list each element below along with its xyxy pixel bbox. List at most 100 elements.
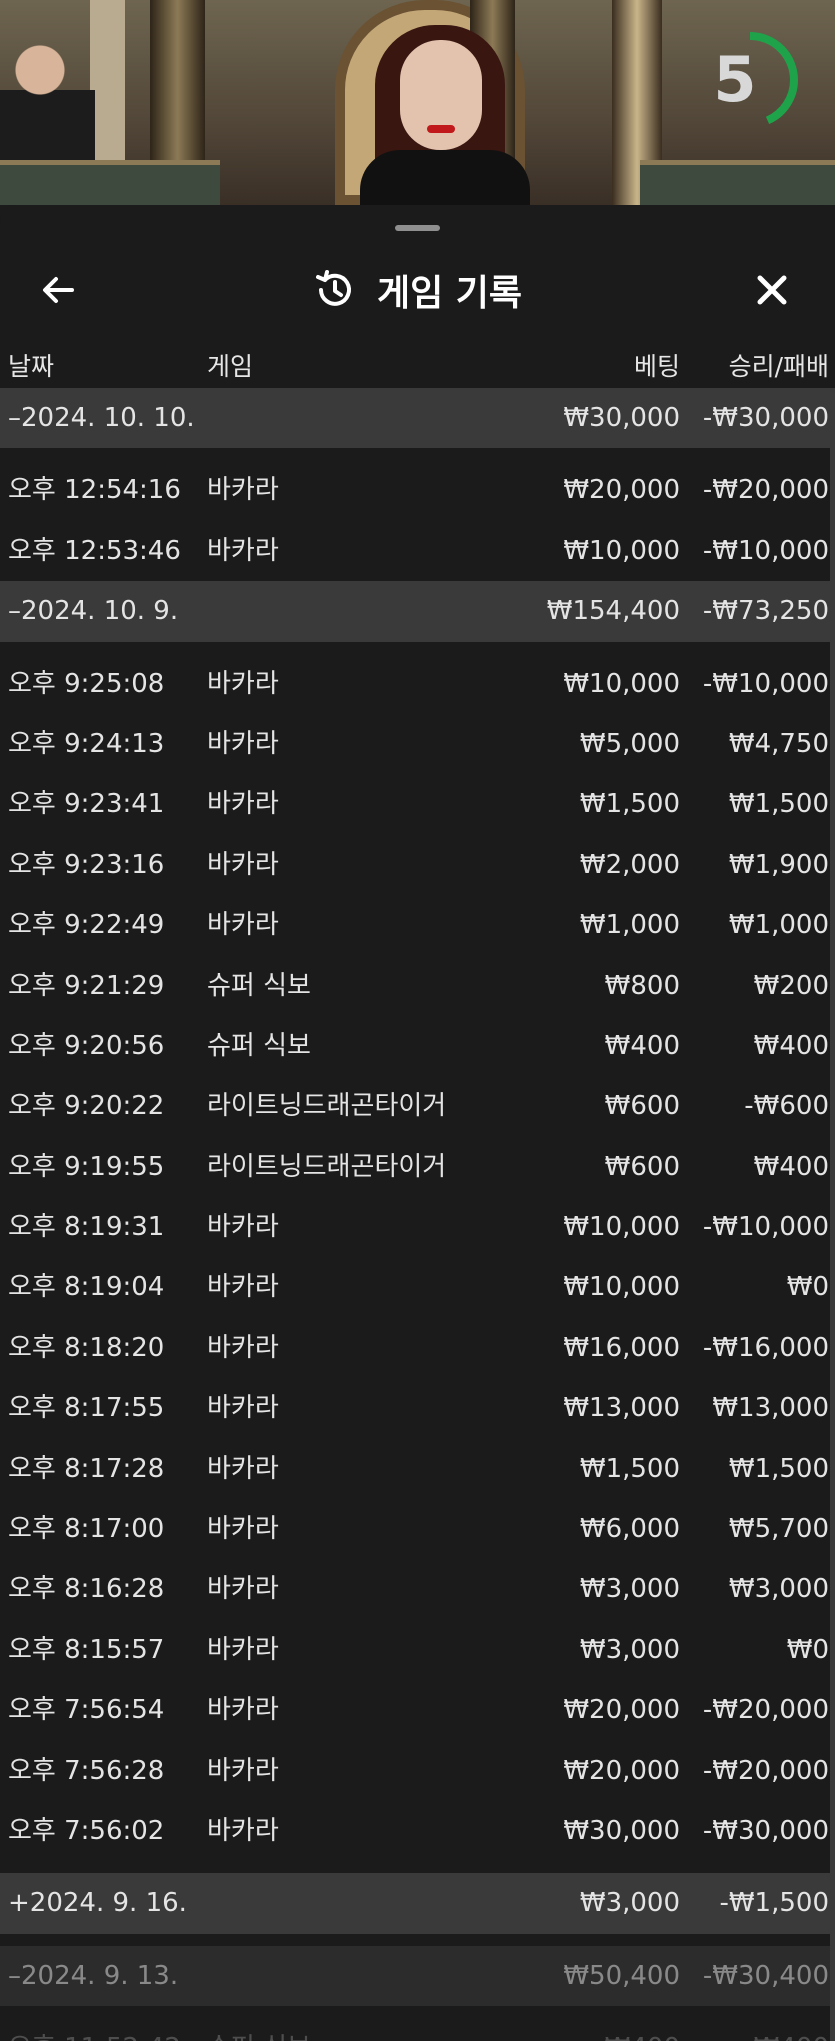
day-group-row[interactable]: +2024. 9. 16. ₩3,000 -₩1,500 bbox=[0, 1873, 835, 1934]
row-bet: ₩1,500 bbox=[579, 1453, 680, 1484]
row-winloss: ₩400 bbox=[753, 1030, 829, 1061]
day-date: 2024. 9. 13. bbox=[21, 1960, 179, 1991]
history-row[interactable]: 오후 8:17:00 바카라 ₩6,000 ₩5,700 bbox=[0, 1499, 835, 1559]
row-game: 바카라 bbox=[207, 849, 279, 880]
dealer-figure bbox=[355, 25, 535, 205]
day-date: 2024. 10. 9. bbox=[21, 596, 179, 627]
history-row[interactable]: 오후 8:19:31 바카라 ₩10,000 -₩10,000 bbox=[0, 1197, 835, 1257]
game-history-panel: 게임 기록 날짜 게임 베팅 승리/패배 –2024. 10. 10. ₩30,… bbox=[0, 205, 835, 2041]
history-row[interactable]: 오후 9:22:49 바카라 ₩1,000 ₩1,000 bbox=[0, 895, 835, 955]
history-row[interactable]: 오후 8:17:28 바카라 ₩1,500 ₩1,500 bbox=[0, 1439, 835, 1499]
history-row[interactable]: 오후 8:17:55 바카라 ₩13,000 ₩13,000 bbox=[0, 1378, 835, 1438]
history-row[interactable]: 오후 9:23:41 바카라 ₩1,500 ₩1,500 bbox=[0, 774, 835, 834]
history-row[interactable]: 오후 7:56:02 바카라 ₩30,000 -₩30,000 bbox=[0, 1801, 835, 1861]
history-row[interactable]: 오후 12:54:16 바카라 ₩20,000 -₩20,000 bbox=[0, 460, 835, 520]
row-winloss: ₩4,750 bbox=[728, 728, 829, 759]
row-winloss: ₩5,700 bbox=[728, 1514, 829, 1545]
history-row[interactable]: 오후 8:19:04 바카라 ₩10,000 ₩0 bbox=[0, 1257, 835, 1317]
scrollbar[interactable] bbox=[830, 393, 835, 2041]
arrow-left-icon bbox=[43, 277, 74, 303]
day-winloss-total: -₩30,000 bbox=[702, 403, 829, 433]
day-bet-total: ₩30,000 bbox=[563, 403, 680, 433]
day-toggle-icon[interactable]: + bbox=[8, 1888, 30, 1918]
row-bet: ₩3,000 bbox=[579, 1634, 680, 1665]
history-row[interactable]: 오후 9:20:56 슈퍼 식보 ₩400 ₩400 bbox=[0, 1016, 835, 1076]
page-title: 게임 기록 bbox=[376, 273, 522, 314]
row-game: 바카라 bbox=[207, 789, 279, 820]
row-time: 오후 9:21:29 bbox=[8, 970, 165, 1001]
history-row[interactable]: 오후 11:52:42 슈퍼 식보 ₩400 -₩400 bbox=[0, 2018, 835, 2041]
day-group-row[interactable]: –2024. 10. 10. ₩30,000 -₩30,000 bbox=[0, 388, 835, 449]
row-time: 오후 7:56:28 bbox=[8, 1755, 165, 1786]
row-winloss: ₩1,500 bbox=[728, 1453, 829, 1484]
history-row[interactable]: 오후 7:56:28 바카라 ₩20,000 -₩20,000 bbox=[0, 1741, 835, 1801]
row-bet: ₩16,000 bbox=[563, 1332, 680, 1363]
row-game: 슈퍼 식보 bbox=[207, 1030, 311, 1061]
history-row[interactable]: 오후 12:53:46 바카라 ₩10,000 -₩10,000 bbox=[0, 521, 835, 581]
row-bet: ₩1,000 bbox=[579, 910, 680, 941]
back-button[interactable] bbox=[28, 265, 88, 315]
row-winloss: ₩0 bbox=[786, 1272, 829, 1303]
player-figure bbox=[0, 30, 95, 170]
row-game: 바카라 bbox=[207, 910, 279, 941]
row-time: 오후 8:15:57 bbox=[8, 1634, 165, 1665]
row-time: 오후 9:25:08 bbox=[8, 668, 165, 699]
row-time: 오후 8:17:28 bbox=[8, 1453, 165, 1484]
row-game: 라이트닝드래곤타이거 bbox=[207, 1091, 447, 1122]
row-game: 바카라 bbox=[207, 1332, 279, 1363]
day-toggle-icon[interactable]: – bbox=[8, 403, 21, 433]
row-bet: ₩10,000 bbox=[563, 1272, 680, 1303]
row-game: 바카라 bbox=[207, 535, 279, 566]
column-game: 게임 bbox=[207, 352, 254, 381]
history-row[interactable]: 오후 8:16:28 바카라 ₩3,000 ₩3,000 bbox=[0, 1559, 835, 1619]
history-row[interactable]: 오후 9:24:13 바카라 ₩5,000 ₩4,750 bbox=[0, 714, 835, 774]
close-button[interactable] bbox=[747, 265, 807, 315]
row-winloss: -₩20,000 bbox=[702, 1695, 829, 1726]
row-winloss: -₩16,000 bbox=[702, 1332, 829, 1363]
history-row[interactable]: 오후 8:15:57 바카라 ₩3,000 ₩0 bbox=[0, 1620, 835, 1680]
day-group-row[interactable]: –2024. 9. 13. ₩50,400 -₩30,400 bbox=[0, 1945, 835, 2007]
history-row[interactable]: 오후 9:23:16 바카라 ₩2,000 ₩1,900 bbox=[0, 835, 835, 895]
history-row[interactable]: 오후 9:25:08 바카라 ₩10,000 -₩10,000 bbox=[0, 654, 835, 714]
drag-handle[interactable] bbox=[395, 225, 440, 231]
row-game: 바카라 bbox=[207, 475, 279, 506]
column-winloss: 승리/패배 bbox=[728, 352, 829, 381]
day-toggle-icon[interactable]: – bbox=[8, 596, 21, 626]
row-bet: ₩6,000 bbox=[579, 1514, 680, 1545]
day-bet-total: ₩50,400 bbox=[563, 1960, 680, 1991]
column-date: 날짜 bbox=[8, 352, 55, 381]
day-winloss-total: -₩73,250 bbox=[702, 596, 829, 627]
history-row[interactable]: 오후 9:20:22 라이트닝드래곤타이거 ₩600 -₩600 bbox=[0, 1076, 835, 1136]
day-group-row[interactable]: –2024. 10. 9. ₩154,400 -₩73,250 bbox=[0, 581, 835, 642]
history-row[interactable]: 오후 8:18:20 바카라 ₩16,000 -₩16,000 bbox=[0, 1318, 835, 1378]
row-time: 오후 7:56:54 bbox=[8, 1695, 165, 1726]
row-time: 오후 9:20:56 bbox=[8, 1030, 165, 1061]
row-winloss: ₩13,000 bbox=[712, 1393, 829, 1424]
row-bet: ₩30,000 bbox=[563, 1815, 680, 1846]
day-winloss-total: -₩30,400 bbox=[702, 1960, 829, 1991]
row-winloss: -₩10,000 bbox=[702, 668, 829, 699]
history-row[interactable]: 오후 9:19:55 라이트닝드래곤타이거 ₩600 ₩400 bbox=[0, 1137, 835, 1197]
row-winloss: -₩30,000 bbox=[702, 1815, 829, 1846]
row-time: 오후 7:56:02 bbox=[8, 1815, 165, 1846]
history-row[interactable]: 오후 9:21:29 슈퍼 식보 ₩800 ₩200 bbox=[0, 956, 835, 1016]
casino-table bbox=[0, 160, 220, 205]
row-game: 바카라 bbox=[207, 1393, 279, 1424]
row-game: 바카라 bbox=[207, 1574, 279, 1605]
row-bet: ₩5,000 bbox=[579, 728, 680, 759]
row-game: 바카라 bbox=[207, 728, 279, 759]
row-winloss: -₩10,000 bbox=[702, 1212, 829, 1243]
close-icon bbox=[757, 275, 787, 305]
row-time: 오후 9:23:16 bbox=[8, 849, 165, 880]
row-time: 오후 9:24:13 bbox=[8, 728, 165, 759]
row-bet: ₩400 bbox=[604, 1030, 680, 1061]
day-toggle-icon[interactable]: – bbox=[8, 1961, 21, 1991]
history-row[interactable]: 오후 7:56:54 바카라 ₩20,000 -₩20,000 bbox=[0, 1680, 835, 1740]
row-time: 오후 9:19:55 bbox=[8, 1151, 165, 1182]
row-bet: ₩13,000 bbox=[563, 1393, 680, 1424]
row-winloss: ₩1,900 bbox=[728, 849, 829, 880]
row-bet: ₩2,000 bbox=[579, 849, 680, 880]
row-time: 오후 9:22:49 bbox=[8, 910, 165, 941]
row-time: 오후 8:19:31 bbox=[8, 1212, 165, 1243]
row-bet: ₩600 bbox=[604, 1091, 680, 1122]
